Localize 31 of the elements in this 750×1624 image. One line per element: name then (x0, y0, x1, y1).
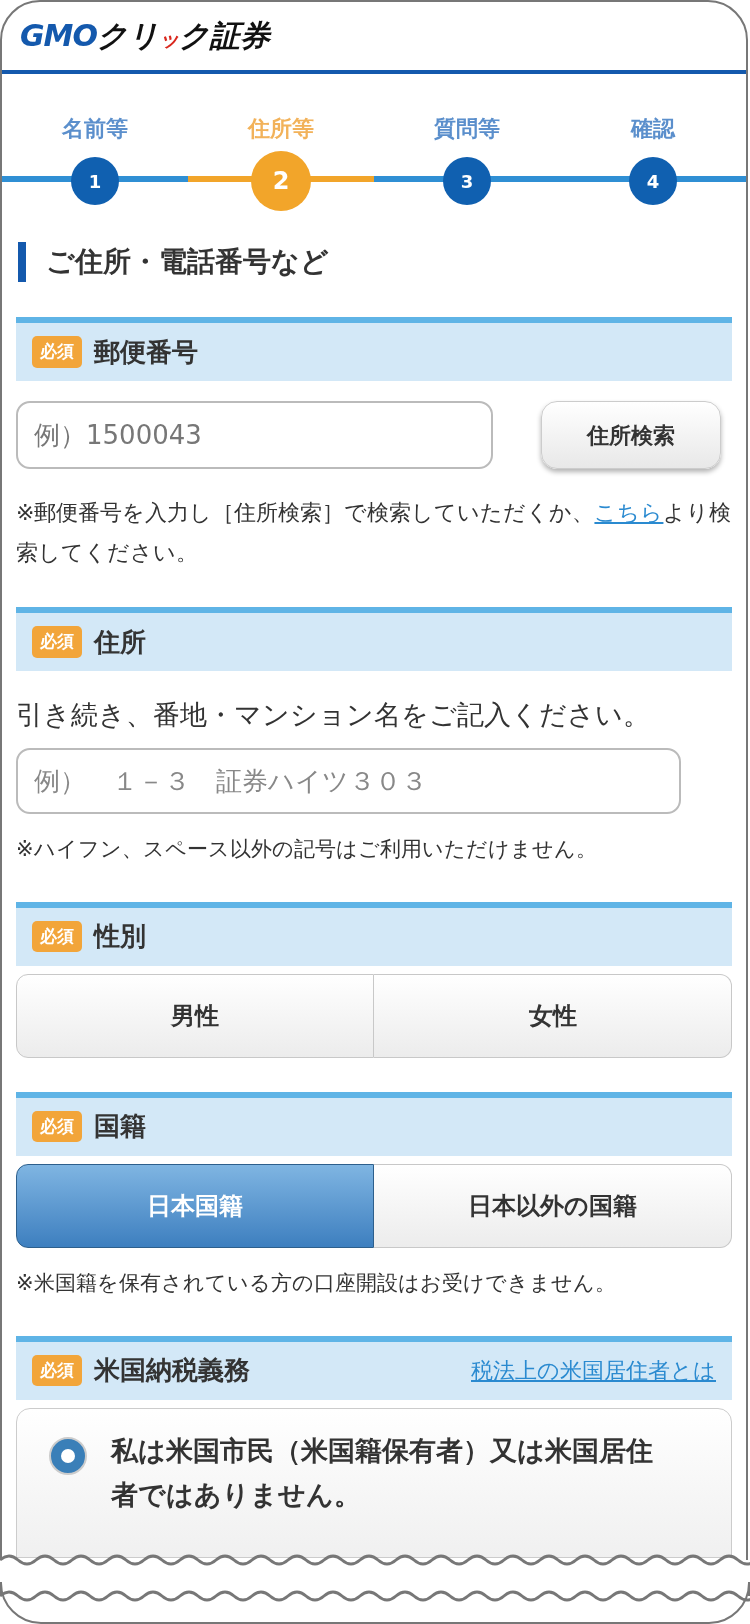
required-badge: 必須 (32, 626, 82, 658)
section-title: 国籍 (94, 1110, 146, 1143)
segment-button[interactable]: 日本以外の国籍 (374, 1163, 732, 1248)
required-badge: 必須 (32, 1354, 82, 1387)
address-field[interactable]: 例） １－３ 証券ハイツ３０３ (16, 747, 681, 814)
step-label: 確認 (631, 115, 675, 143)
heading-marker (18, 242, 26, 282)
postal-code-field[interactable]: 例）1500043 (16, 401, 493, 469)
step-label: 質問等 (434, 115, 500, 143)
section-title: 郵便番号 (94, 335, 198, 369)
step-label: 住所等 (248, 115, 314, 143)
logo: GMOクリ ック証券 (20, 21, 270, 51)
section-title: 性別 (94, 920, 146, 953)
required-badge: 必須 (32, 1110, 82, 1143)
radio-option[interactable]: 私は米国市民（米国籍保有者）又は米国居住者ではありません。 (16, 1407, 732, 1558)
radio-button[interactable] (49, 1436, 87, 1475)
note-text: ※郵便番号を入力し［住所検索］で検索していただくか、こちら より検索してください。 (16, 499, 732, 567)
page-heading: ご住所・電話番号など (46, 244, 329, 280)
required-badge: 必須 (32, 336, 82, 368)
segment-button[interactable]: 女性 (374, 973, 732, 1058)
step-label: 名前等 (62, 115, 128, 143)
segment-button[interactable]: 男性 (16, 973, 374, 1058)
here-link[interactable]: こちら (594, 500, 664, 525)
section-title: 住所 (94, 625, 146, 659)
option-label: 私は米国市民（米国籍保有者）又は米国居住者ではありません。 (111, 1433, 654, 1512)
address-search-button[interactable]: 住所検索 (541, 401, 721, 469)
section-title: 米国納税義務 (94, 1354, 250, 1387)
required-badge: 必須 (32, 920, 82, 953)
instruction-text: 引き続き、番地・マンション名をご記入ください。 (16, 698, 651, 732)
note-text: ※ハイフン、スペース以外の記号はご利用いただけません。 (16, 835, 598, 863)
note-text: ※米国籍を保有されている方の口座開設はお受けできません。 (16, 1269, 617, 1297)
